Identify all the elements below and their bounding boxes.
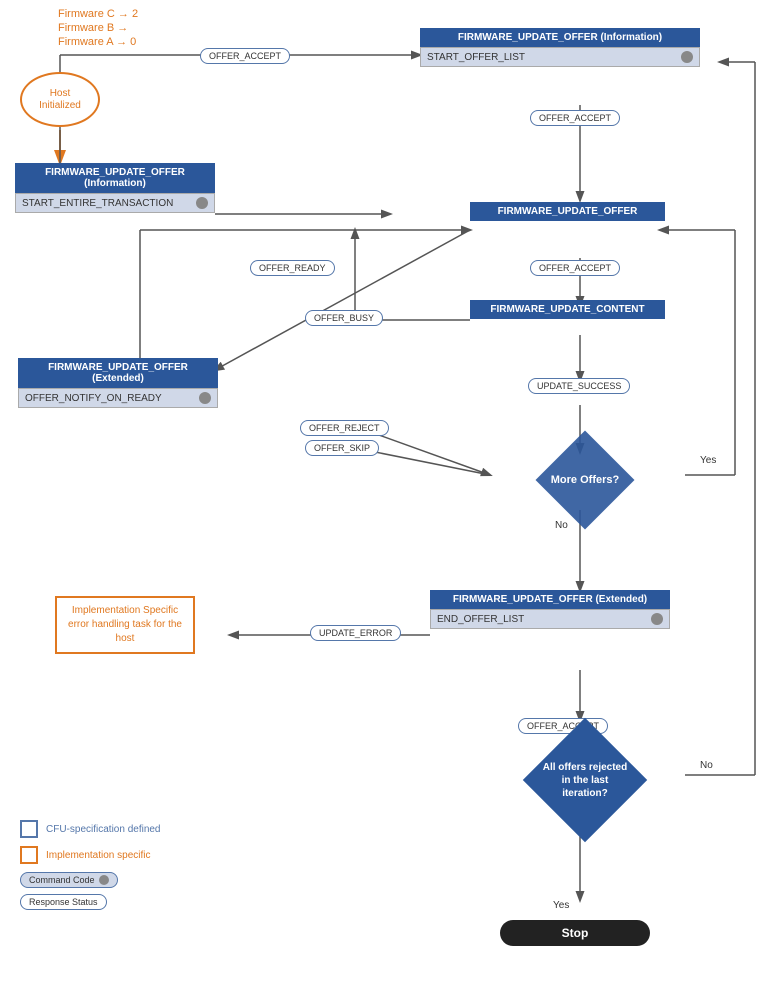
end-offer-list-block: FIRMWARE_UPDATE_OFFER (Extended) END_OFF…: [430, 590, 670, 629]
notify-header: FIRMWARE_UPDATE_OFFER (Extended): [18, 358, 218, 388]
offer-reject-oval: OFFER_REJECT: [300, 420, 389, 436]
update-success-oval: UPDATE_SUCCESS: [528, 378, 630, 394]
start-offer-sub: START_OFFER_LIST: [420, 47, 700, 67]
error-handling-box: Implementation Specific error handling t…: [55, 596, 195, 654]
update-error-oval: UPDATE_ERROR: [310, 625, 401, 641]
end-offer-icon: [651, 613, 663, 625]
no-label-all-rejected: No: [700, 760, 713, 771]
yes-label-more-offers: Yes: [700, 455, 716, 466]
yes-label-all-rejected: Yes: [553, 900, 569, 911]
firmware-labels: Firmware C → 2 Firmware B → Firmware A →…: [58, 8, 138, 50]
firmware-b-label: Firmware B →: [58, 22, 138, 34]
start-entire-header: FIRMWARE_UPDATE_OFFER (Information): [15, 163, 215, 193]
start-entire-sub: START_ENTIRE_TRANSACTION: [15, 193, 215, 213]
offer-notify-block: FIRMWARE_UPDATE_OFFER (Extended) OFFER_N…: [18, 358, 218, 408]
notify-sub: OFFER_NOTIFY_ON_READY: [18, 388, 218, 408]
no-label-more-offers: No: [555, 520, 568, 531]
end-offer-sub: END_OFFER_LIST: [430, 609, 670, 629]
diagram-container: Firmware C → 2 Firmware B → Firmware A →…: [0, 0, 765, 1001]
legend-command-code: Command Code: [20, 872, 118, 888]
offer-accept-top-oval: OFFER_ACCEPT: [200, 48, 290, 64]
offer-accept-2-oval: OFFER_ACCEPT: [530, 110, 620, 126]
firmware-update-offer-block: FIRMWARE_UPDATE_OFFER: [470, 202, 665, 221]
cfu-legend-label: CFU-specification defined: [46, 824, 161, 835]
firmware-a-label: Firmware A → 0: [58, 36, 138, 48]
impl-legend-label: Implementation specific: [46, 850, 151, 861]
start-offer-header: FIRMWARE_UPDATE_OFFER (Information): [420, 28, 700, 47]
firmware-content-header: FIRMWARE_UPDATE_CONTENT: [470, 300, 665, 319]
host-initialized: Host Initialized: [20, 72, 100, 127]
firmware-offer-header: FIRMWARE_UPDATE_OFFER: [470, 202, 665, 221]
all-rejected-diamond: All offers rejectedin the lastiteration?: [490, 735, 680, 825]
start-offer-icon: [681, 51, 693, 63]
start-entire-icon: [196, 197, 208, 209]
offer-skip-oval: OFFER_SKIP: [305, 440, 379, 456]
end-offer-header: FIRMWARE_UPDATE_OFFER (Extended): [430, 590, 670, 609]
offer-ready-oval: OFFER_READY: [250, 260, 335, 276]
impl-legend-icon: [20, 846, 38, 864]
legend: CFU-specification defined Implementation…: [20, 820, 161, 910]
start-offer-list-block: FIRMWARE_UPDATE_OFFER (Information) STAR…: [420, 28, 700, 67]
legend-response-status: Response Status: [20, 894, 107, 910]
start-entire-transaction-block: FIRMWARE_UPDATE_OFFER (Information) STAR…: [15, 163, 215, 213]
cfu-legend-icon: [20, 820, 38, 838]
firmware-c-label: Firmware C → 2: [58, 8, 138, 20]
offer-busy-oval: OFFER_BUSY: [305, 310, 383, 326]
firmware-content-block: FIRMWARE_UPDATE_CONTENT: [470, 300, 665, 319]
stop-box: Stop: [500, 920, 650, 946]
offer-accept-3-oval: OFFER_ACCEPT: [530, 260, 620, 276]
cmd-circle-icon: [99, 875, 109, 885]
more-offers-diamond: More Offers?: [490, 445, 680, 515]
notify-icon: [199, 392, 211, 404]
